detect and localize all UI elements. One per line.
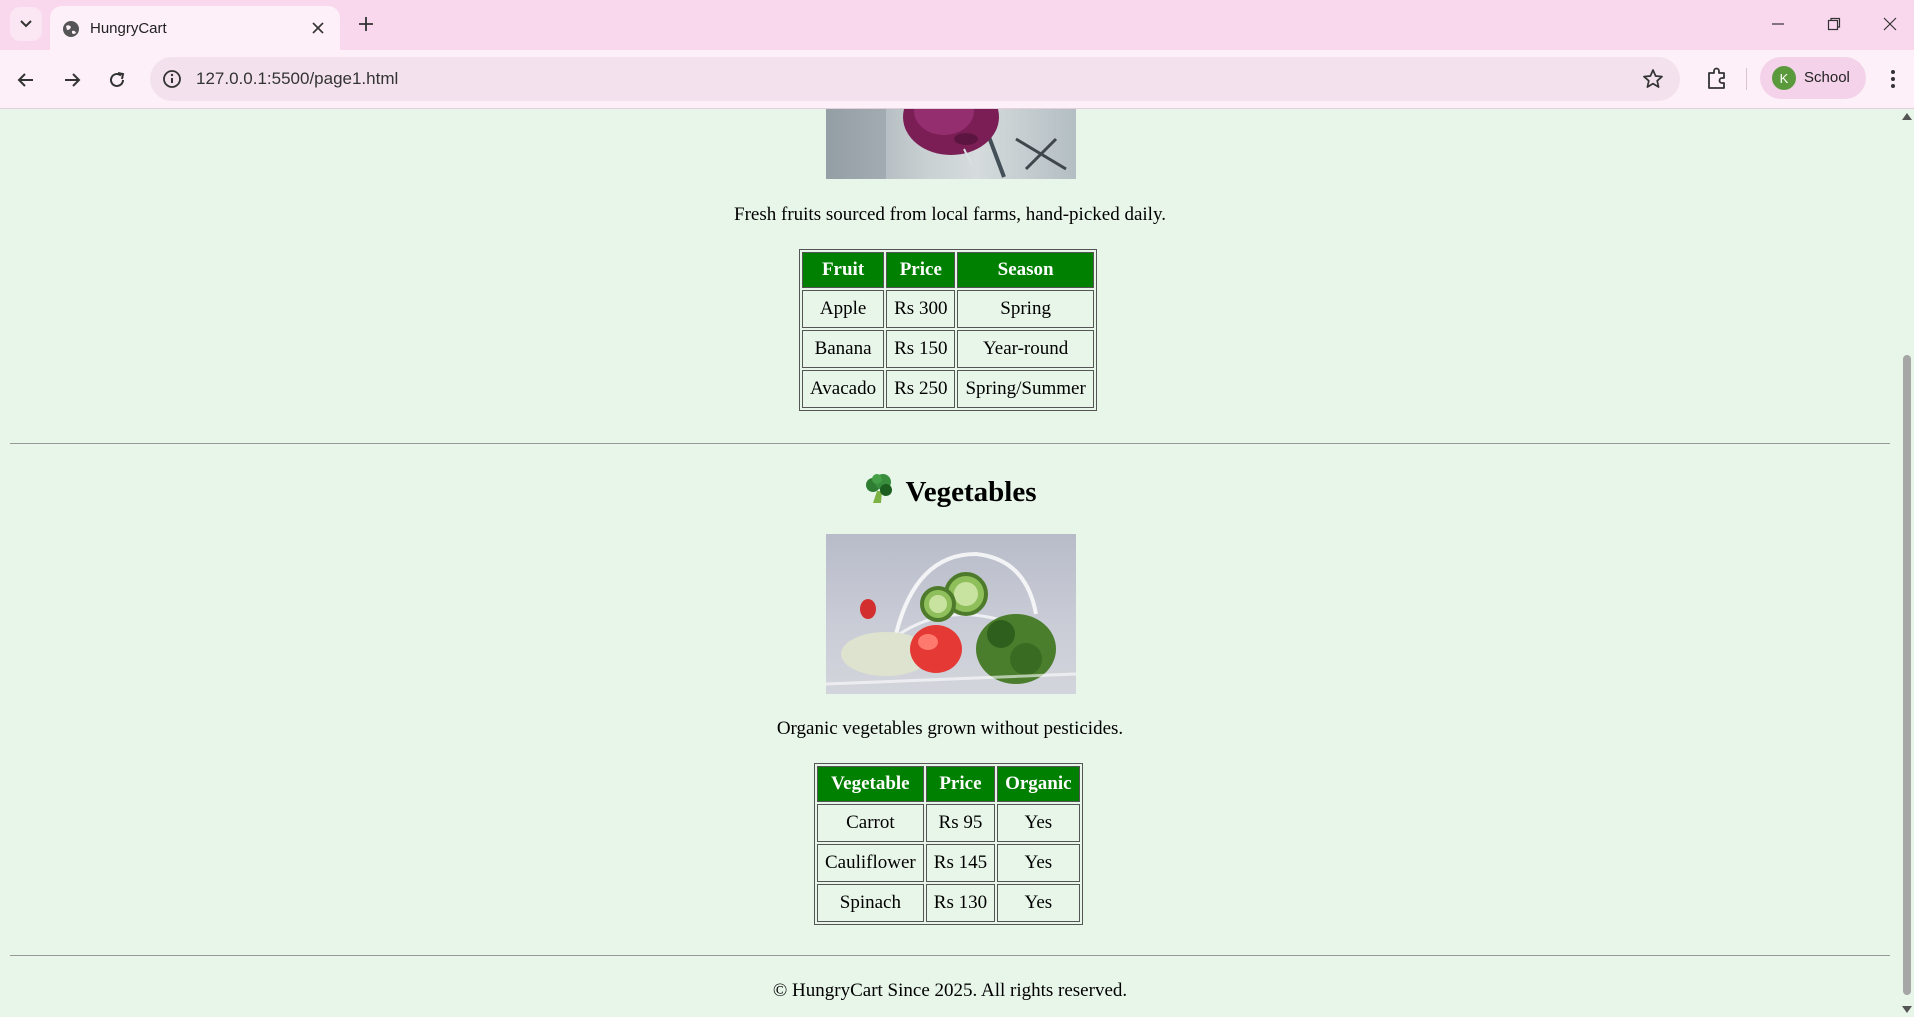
table-cell: Rs 130 [925,884,996,922]
browser-toolbar: 127.0.0.1:5500/page1.html K School [0,50,1914,109]
table-cell: Spinach [817,884,924,922]
column-header: Organic [997,766,1080,802]
vertical-scrollbar[interactable] [1900,109,1914,1017]
scrollbar-thumb[interactable] [1903,355,1911,995]
vegetables-table: Vegetable Price Organic Carrot Rs 95 Yes Caul… [814,763,1083,925]
column-header: Season [957,252,1094,288]
section-divider [10,443,1890,444]
table-row: Banana Rs 150 Year-round [802,330,1094,368]
tab-title: HungryCart [90,20,167,37]
minimize-icon [1772,23,1784,25]
table-cell: Avacado [802,370,885,408]
table-cell: Rs 95 [925,804,996,842]
tab-search-button[interactable] [10,7,42,41]
vegetables-heading: Vegetables [0,473,1900,513]
restore-button[interactable] [1810,6,1858,42]
table-cell: Rs 150 [886,330,956,368]
table-row: Carrot Rs 95 Yes [817,804,1080,842]
table-row: Avacado Rs 250 Spring/Summer [802,370,1094,408]
reload-icon [110,72,125,87]
bookmark-star-icon[interactable] [1642,68,1664,90]
column-header: Price [925,766,996,802]
table-cell: Spring [957,290,1094,328]
table-cell: Yes [997,804,1080,842]
close-tab-icon[interactable] [308,18,328,38]
column-header: Vegetable [817,766,924,802]
chevron-down-icon [20,20,32,28]
footer-divider [10,955,1890,956]
url-text[interactable]: 127.0.0.1:5500/page1.html [196,69,398,89]
table-cell: Carrot [817,804,924,842]
table-cell: Year-round [957,330,1094,368]
table-cell: Rs 300 [886,290,956,328]
table-cell: Apple [802,290,885,328]
plus-icon [359,17,373,31]
browser-tab[interactable]: HungryCart [50,6,340,50]
footer-text: © HungryCart Since 2025. All rights rese… [772,980,1128,1001]
close-window-button[interactable] [1866,6,1914,42]
restore-icon [1827,17,1841,31]
vegetables-heading-text: Vegetables [905,476,1037,508]
column-header: Price [886,252,956,288]
avatar: K [1772,66,1796,90]
back-button[interactable] [10,64,42,96]
table-row: Spinach Rs 130 Yes [817,884,1080,922]
close-icon [1883,17,1897,31]
table-row: Apple Rs 300 Spring [802,290,1094,328]
table-cell: Yes [997,844,1080,882]
fruits-table: Fruit Price Season Apple Rs 300 Spring Banana… [799,249,1097,411]
fruits-image [826,109,1076,179]
broccoli-icon [863,473,895,513]
table-cell: Rs 145 [925,844,996,882]
new-tab-button[interactable] [352,10,380,38]
table-row: Cauliflower Rs 145 Yes [817,844,1080,882]
more-menu-icon[interactable] [1878,64,1908,94]
minimize-button[interactable] [1754,6,1802,42]
globe-icon [63,21,79,37]
vegetables-description: Organic vegetables grown without pestici… [776,718,1124,739]
fruits-description: Fresh fruits sourced from local farms, h… [734,204,1166,225]
table-cell: Banana [802,330,885,368]
profile-button[interactable]: K School [1760,57,1866,99]
profile-name: School [1804,69,1850,86]
column-header: Fruit [802,252,885,288]
table-header-row: Fruit Price Season [802,252,1094,288]
toolbar-divider [1746,68,1747,90]
scroll-up-icon[interactable] [1902,113,1912,120]
table-cell: Cauliflower [817,844,924,882]
site-info-icon[interactable] [162,69,182,89]
arrow-right-icon [65,73,81,87]
forward-button[interactable] [56,64,88,96]
address-bar[interactable]: 127.0.0.1:5500/page1.html [150,57,1680,101]
table-cell: Spring/Summer [957,370,1094,408]
arrow-left-icon [17,73,33,87]
table-cell: Yes [997,884,1080,922]
page-viewport: Fresh fruits sourced from local farms, h… [0,109,1900,1017]
reload-button[interactable] [101,64,133,96]
table-cell: Rs 250 [886,370,956,408]
vegetables-image [826,534,1076,694]
scroll-down-icon[interactable] [1902,1006,1912,1013]
extensions-icon[interactable] [1702,64,1732,94]
tab-strip: HungryCart [0,0,1914,50]
table-header-row: Vegetable Price Organic [817,766,1080,802]
